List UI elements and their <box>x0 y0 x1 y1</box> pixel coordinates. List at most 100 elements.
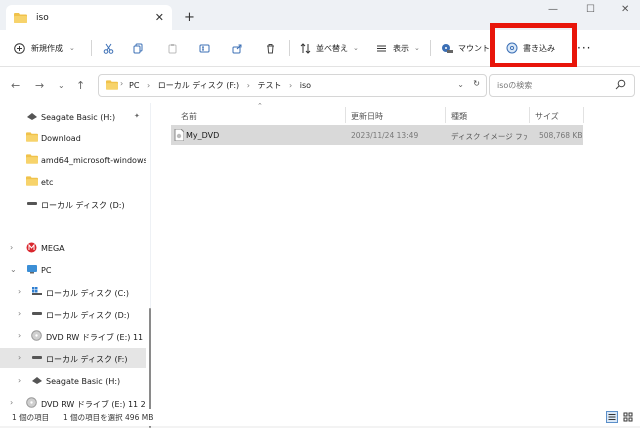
chevron-down-icon: ⌄ <box>69 44 75 52</box>
file-list: ⌃ 名前 更新日時 種類 サイズ My_DVD 2023/11/24 13:49… <box>151 102 640 409</box>
pin-icon[interactable]: ✦ <box>134 112 140 120</box>
tiles-view-icon[interactable] <box>622 411 634 423</box>
divider <box>91 40 92 56</box>
drive-icon <box>27 202 37 205</box>
item-count: 1 個の項目 <box>12 413 50 422</box>
sort-button[interactable]: 並べ替え ⌄ <box>300 40 359 56</box>
chevron-right-icon[interactable]: › <box>10 398 13 407</box>
copy-icon <box>133 43 143 53</box>
nav-item-local-c[interactable]: › ローカル ディスク (C:) <box>0 282 146 302</box>
copy-button[interactable] <box>133 40 144 56</box>
search-box[interactable]: isoの検索 <box>489 74 635 97</box>
close-tab-icon[interactable]: ✕ <box>155 11 164 24</box>
search-icon <box>615 79 626 90</box>
tab-title: iso <box>36 13 49 23</box>
new-label: 新規作成 <box>31 43 63 53</box>
recent-chevron-icon[interactable]: ⌄ <box>58 81 65 90</box>
breadcrumb-item[interactable]: テスト <box>257 81 281 90</box>
nav-item-local-f[interactable]: › ローカル ディスク (F:) <box>0 348 146 368</box>
column-divider[interactable] <box>345 107 346 123</box>
share-icon <box>232 44 242 53</box>
trash-icon <box>267 43 274 53</box>
nav-item-etc[interactable]: etc <box>0 172 146 192</box>
up-arrow-icon[interactable]: ↑ <box>76 79 85 92</box>
file-date: 2023/11/24 13:49 <box>351 131 419 140</box>
table-row[interactable]: My_DVD 2023/11/24 13:49 ディスク イメージ ファ... … <box>171 125 583 145</box>
chevron-right-icon[interactable]: › <box>18 287 21 296</box>
breadcrumb-item[interactable]: ローカル ディスク (F:) <box>158 81 239 90</box>
chevron-down-icon[interactable]: ⌄ <box>10 265 17 274</box>
drive-icon <box>32 356 42 359</box>
column-header-type[interactable]: 種類 <box>451 111 467 122</box>
chevron-right-icon: › <box>246 81 250 90</box>
disc-icon <box>31 330 42 341</box>
cut-button[interactable] <box>103 40 114 56</box>
chevron-down-icon: ⌄ <box>414 44 420 52</box>
tab-iso[interactable]: iso ✕ <box>6 5 172 30</box>
nav-item-dvd-e[interactable]: › DVD RW ドライブ (E:) 11 21 20 <box>0 326 146 346</box>
chevron-right-icon: › <box>146 81 151 90</box>
rename-button[interactable] <box>199 40 210 56</box>
column-divider[interactable] <box>529 107 530 123</box>
column-header-date[interactable]: 更新日時 <box>351 111 383 122</box>
view-lines-icon <box>377 45 386 51</box>
sort-arrow-icon: ⌃ <box>257 102 263 110</box>
forward-arrow-icon[interactable]: → <box>35 79 44 92</box>
folder-icon <box>26 154 38 164</box>
mount-disc-icon <box>442 43 453 53</box>
nav-item-local-d[interactable]: › ローカル ディスク (D:) <box>0 304 146 324</box>
chevron-right-icon[interactable]: › <box>10 243 13 252</box>
folder-icon <box>14 13 27 23</box>
refresh-icon[interactable]: ↻ <box>473 79 480 88</box>
breadcrumb-item[interactable]: iso <box>300 81 311 90</box>
view-label: 表示 <box>393 43 409 53</box>
disc-image-file-icon <box>174 129 184 141</box>
nav-item-seagate-h[interactable]: › Seagate Basic (H:) <box>0 371 146 391</box>
address-row: ← → ⌄ ↑ › PC › ローカル ディスク (F:) › テスト › is… <box>0 67 640 103</box>
new-button[interactable]: 新規作成 ⌄ <box>14 40 75 56</box>
address-bar[interactable]: › PC › ローカル ディスク (F:) › テスト › iso ⌄ ↻ <box>98 74 487 97</box>
column-divider[interactable] <box>583 107 584 123</box>
share-button[interactable] <box>232 40 243 56</box>
chevron-right-icon[interactable]: › <box>18 353 21 362</box>
maximize-button[interactable]: ☐ <box>586 4 595 15</box>
nav-item-mega[interactable]: › MEGA <box>0 238 146 258</box>
nav-item-seagate-h-pinned[interactable]: Seagate Basic (H:) ✦ <box>0 107 146 127</box>
chevron-right-icon[interactable]: › <box>18 309 21 318</box>
plus-circle-icon <box>14 42 25 54</box>
address-dropdown-icon[interactable]: ⌄ <box>457 80 464 89</box>
breadcrumb: PC › ローカル ディスク (F:) › テスト › iso <box>129 80 311 91</box>
nav-item-pc[interactable]: ⌄ PC <box>0 260 146 280</box>
burn-highlight-box <box>490 23 577 68</box>
details-view-icon[interactable] <box>606 411 618 423</box>
new-tab-button[interactable]: + <box>184 10 195 25</box>
navigation-pane: Seagate Basic (H:) ✦ Download amd64_micr… <box>0 103 151 428</box>
view-button[interactable]: 表示 ⌄ <box>376 40 420 56</box>
mount-button[interactable]: マウント <box>441 40 490 56</box>
close-window-button[interactable]: ✕ <box>621 4 629 15</box>
chevron-right-icon[interactable]: › <box>18 331 21 340</box>
sort-label: 並べ替え <box>316 43 348 53</box>
selection-info: 1 個の項目を選択 496 MB <box>63 413 154 422</box>
windows-drive-icon <box>32 287 42 295</box>
nav-item-download[interactable]: Download <box>0 128 146 148</box>
minimize-button[interactable]: — <box>548 4 558 15</box>
column-divider[interactable] <box>445 107 446 123</box>
folder-icon <box>26 176 38 186</box>
chevron-down-icon: ⌄ <box>353 44 359 52</box>
breadcrumb-item[interactable]: PC <box>129 81 139 90</box>
file-type: ディスク イメージ ファ... <box>451 132 527 141</box>
drive-icon <box>32 312 42 315</box>
nav-item-local-d-pinned[interactable]: ローカル ディスク (D:) <box>0 194 146 214</box>
more-options-button[interactable]: ··· <box>577 40 591 56</box>
column-header-size[interactable]: サイズ <box>535 111 559 122</box>
chevron-right-icon[interactable]: › <box>18 376 21 385</box>
nav-item-amd64[interactable]: amd64_microsoft-windows-w <box>0 150 146 170</box>
back-arrow-icon[interactable]: ← <box>11 79 20 92</box>
paste-button[interactable] <box>167 40 178 56</box>
mega-icon <box>26 242 37 253</box>
explorer-window: iso ✕ + — ☐ ✕ 新規作成 ⌄ 並べ替え ⌄ 表示 ⌄ マウント 書き… <box>0 0 640 428</box>
delete-button[interactable] <box>265 40 276 56</box>
file-size: 508,768 KB <box>539 131 583 140</box>
column-header-name[interactable]: 名前 <box>181 111 197 122</box>
